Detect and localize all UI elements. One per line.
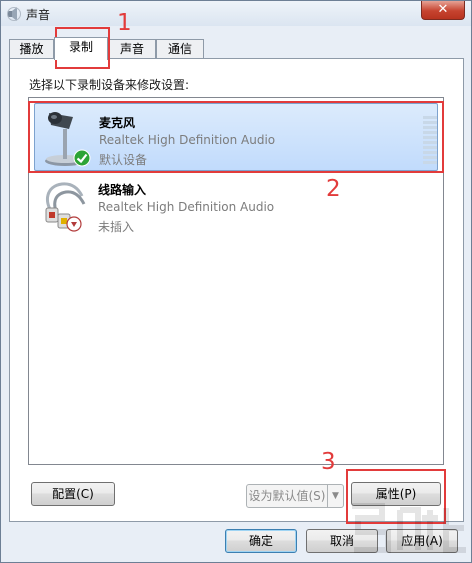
step2-number: 2 — [326, 176, 341, 202]
step3-number: 3 — [321, 449, 336, 475]
tab-playback[interactable]: 播放 — [9, 39, 54, 59]
tab-recording[interactable]: 录制 — [54, 37, 108, 60]
list-item-line-in[interactable]: 线路输入 Realtek High Definition Audio 未插入 — [34, 171, 438, 239]
tab-sounds[interactable]: 声音 — [108, 39, 156, 59]
device-description: Realtek High Definition Audio — [98, 200, 275, 214]
window-title: 声音 — [26, 8, 51, 22]
speaker-icon — [7, 7, 21, 21]
set-default-dropdown-arrow[interactable]: ▼ — [327, 484, 344, 508]
configure-button[interactable]: 配置(C) — [31, 482, 115, 506]
ok-button[interactable]: 确定 — [225, 529, 297, 553]
instruction-text: 选择以下录制设备来修改设置: — [29, 78, 190, 92]
step2-highlight — [28, 101, 444, 173]
tab-bar: 播放 录制 声音 通信 — [9, 37, 469, 60]
sound-dialog: 声音 ✕ 播放 录制 声音 通信 选择以下录制设备来修改设置: 麦克风 Real… — [0, 0, 472, 563]
device-name: 线路输入 — [98, 183, 147, 197]
site-watermark-logo — [352, 503, 466, 553]
step1-number: 1 — [117, 10, 132, 36]
close-button[interactable]: ✕ — [421, 1, 465, 20]
title-bar[interactable]: 声音 ✕ — [1, 1, 471, 26]
set-default-button[interactable]: 设为默认值(S) — [246, 484, 328, 508]
device-status: 未插入 — [98, 220, 135, 234]
unplugged-badge-icon — [66, 216, 82, 232]
tab-communications[interactable]: 通信 — [156, 39, 204, 59]
